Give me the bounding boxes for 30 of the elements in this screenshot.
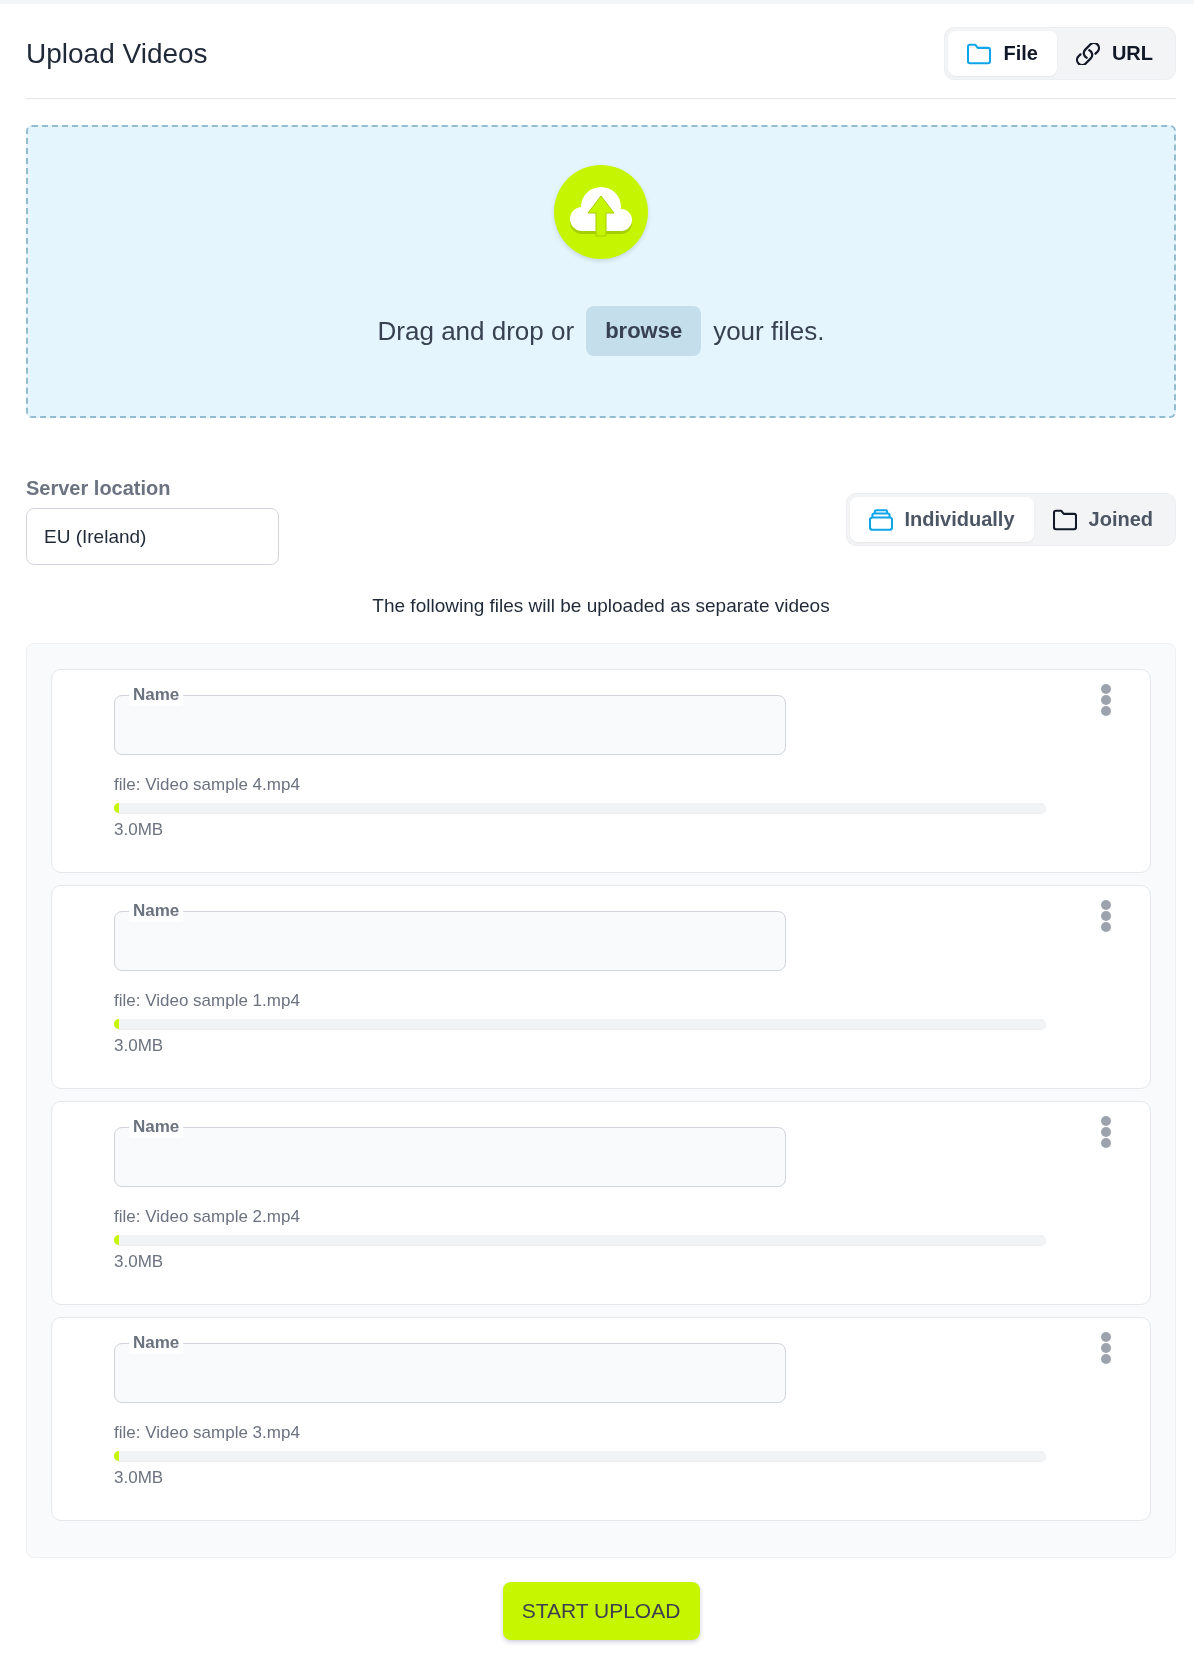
browse-button[interactable]: browse (586, 306, 702, 356)
file-name: file: Video sample 1.mp4 (114, 990, 301, 1012)
more-menu-icon[interactable] (1100, 684, 1112, 716)
more-menu-icon[interactable] (1100, 1116, 1112, 1148)
file-size: 3.0MB (114, 1251, 165, 1273)
server-location-label: Server location (26, 477, 172, 499)
source-tab[interactable]: URL (1056, 31, 1172, 76)
folder-icon (967, 42, 992, 65)
file-name: file: Video sample 4.mp4 (114, 774, 301, 796)
server-location-field[interactable]: EU (Ireland) (26, 508, 279, 565)
file-size: 3.0MB (114, 1035, 165, 1057)
link-icon (1075, 42, 1100, 65)
files-caption: The following files will be uploaded as separate videos (371, 594, 831, 618)
more-menu-icon[interactable] (1100, 900, 1112, 932)
more-menu-icon[interactable] (1100, 1332, 1112, 1364)
drop-instruction-text: Drag and drop or (377, 315, 575, 347)
upload-mode-tab[interactable]: Joined (1033, 497, 1172, 542)
stack-icon (868, 508, 893, 531)
file-size: 3.0MB (114, 1467, 165, 1489)
cloud-upload-icon (553, 164, 649, 260)
file-size: 3.0MB (114, 819, 165, 841)
page-title: Upload Videos (26, 37, 208, 70)
upload-mode-tab[interactable]: Individually (849, 497, 1034, 542)
drop-instruction-text: your files. (713, 315, 825, 347)
start-upload-button[interactable]: START UPLOAD (502, 1582, 700, 1640)
folder-icon (1052, 508, 1077, 531)
file-name: file: Video sample 2.mp4 (114, 1206, 301, 1228)
drop-zone[interactable]: Drag and drop or browse your files. (26, 125, 1176, 418)
file-name: file: Video sample 3.mp4 (114, 1422, 301, 1444)
source-tab[interactable]: File (948, 31, 1057, 76)
